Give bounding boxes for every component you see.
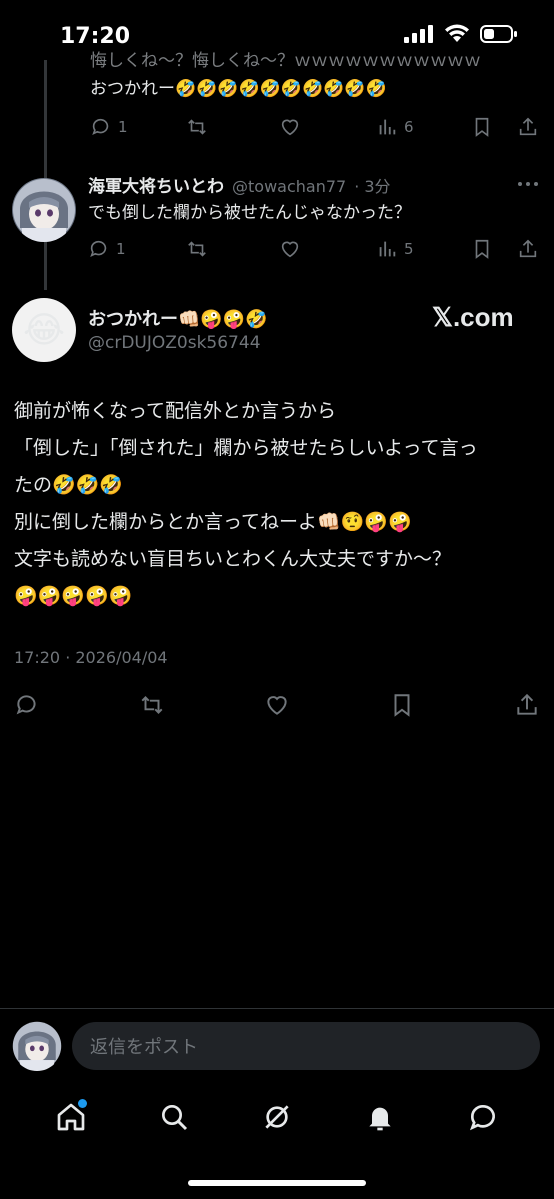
share-icon	[519, 239, 537, 258]
main-tweet-actions	[0, 690, 554, 722]
bottom-nav	[0, 1092, 554, 1142]
status-icons	[404, 24, 518, 44]
views-count: 5	[404, 240, 414, 258]
main-author-handle[interactable]: @crDUJOZ0sk56744	[88, 333, 261, 353]
share-button[interactable]	[516, 116, 540, 138]
share-button[interactable]	[513, 692, 541, 722]
nav-notifications[interactable]	[362, 1099, 398, 1135]
reply-author-row: 海軍大将ちいとわ @towachan77 · 3分	[88, 172, 391, 198]
bookmark-button[interactable]	[389, 692, 415, 722]
battery-icon	[480, 25, 517, 43]
avatar-emoji: 😂	[22, 309, 66, 351]
main-author-name[interactable]: おつかれー👊🏻🤪🤪🤣	[88, 305, 268, 331]
reply-button[interactable]	[14, 692, 40, 722]
prev-tweet-text: おつかれー🤣🤣🤣🤣🤣🤣🤣🤣🤣🤣	[90, 79, 387, 99]
views-icon	[379, 119, 396, 135]
anime-avatar-icon	[13, 179, 75, 242]
repost-icon	[141, 696, 163, 714]
share-icon	[519, 117, 537, 136]
watermark: 𝕏.com	[432, 302, 514, 332]
tweet-line: 「倒した」「倒された」欄から被せたらしいよって言っ	[14, 437, 478, 459]
main-tweet-body: 御前が怖くなって配信外とか言うから 「倒した」「倒された」欄から被せたらしいよっ…	[14, 393, 544, 615]
main-author-avatar[interactable]: 😂	[12, 298, 76, 362]
wifi-icon	[445, 24, 469, 42]
prev-tweet-partial-text: 悔しくね〜？悔しくね〜？ｗｗｗｗｗｗｗｗｗｗｗ	[90, 51, 481, 71]
reply-count: 1	[118, 118, 128, 136]
like-button[interactable]	[263, 692, 291, 722]
repost-button[interactable]	[138, 692, 166, 722]
reply-author-avatar[interactable]	[12, 178, 76, 242]
heart-icon	[281, 241, 299, 258]
reply-icon	[92, 118, 109, 135]
reply-button[interactable]: 1	[88, 238, 126, 260]
bookmark-icon	[394, 694, 410, 717]
tweet-line: 御前が怖くなって配信外とか言うから	[14, 400, 337, 422]
tweet-line: たの🤣🤣🤣	[14, 474, 123, 496]
reply-placeholder: 返信をポスト	[90, 1037, 198, 1058]
tweet-timestamp[interactable]: 17:20 · 2026/04/04	[14, 648, 168, 667]
views-icon	[379, 241, 396, 257]
reply-count: 1	[116, 240, 126, 258]
composer-avatar[interactable]	[12, 1021, 62, 1071]
like-button[interactable]	[278, 116, 302, 138]
reply-author-name[interactable]: 海軍大将ちいとわ	[88, 172, 224, 197]
bookmark-button[interactable]	[471, 238, 493, 260]
home-indicator	[188, 1180, 366, 1186]
reply-tweet-actions: 1 5	[88, 234, 540, 264]
tweet-line: 文字も読めない盲目ちいとわくん大丈夫ですか〜？	[14, 548, 452, 570]
anime-avatar-icon	[12, 1021, 62, 1071]
bookmark-button[interactable]	[471, 116, 493, 138]
like-button[interactable]	[278, 238, 302, 260]
more-icon	[518, 182, 538, 186]
bookmark-icon	[475, 239, 489, 259]
signal-icon	[404, 25, 433, 43]
reply-time: · 3分	[354, 177, 391, 196]
grok-icon	[265, 1105, 289, 1129]
nav-grok[interactable]	[259, 1099, 295, 1135]
share-icon	[517, 693, 537, 715]
search-icon	[162, 1105, 188, 1131]
nav-messages[interactable]	[465, 1099, 501, 1135]
repost-icon	[188, 119, 206, 135]
repost-icon	[188, 241, 206, 257]
heart-icon	[281, 119, 299, 136]
bookmark-icon	[475, 117, 489, 137]
reply-tweet-text: でも倒した欄から被せたんじゃなかった？	[88, 203, 411, 223]
views-button[interactable]: 5	[376, 238, 414, 260]
reply-author-handle[interactable]: @towachan77	[232, 177, 346, 196]
reply-icon	[90, 240, 107, 257]
reply-icon	[16, 695, 36, 715]
prev-tweet-actions: 1 6	[90, 112, 540, 142]
nav-home[interactable]	[53, 1099, 89, 1135]
tweet-line: 別に倒した欄からとか言ってねーよ👊🏻🤨🤪🤪	[14, 511, 412, 533]
tweet-line: 🤪🤪🤪🤪🤪	[14, 585, 133, 607]
reply-input[interactable]: 返信をポスト	[72, 1022, 540, 1070]
repost-button[interactable]	[185, 238, 209, 260]
repost-button[interactable]	[185, 116, 209, 138]
status-time: 17:20	[60, 24, 131, 49]
messages-icon	[469, 1105, 495, 1131]
share-button[interactable]	[516, 238, 540, 260]
views-button[interactable]: 6	[376, 116, 414, 138]
heart-icon	[267, 696, 287, 715]
views-count: 6	[404, 118, 414, 136]
notifications-icon	[369, 1107, 391, 1131]
composer-divider	[0, 1008, 554, 1009]
nav-search[interactable]	[156, 1099, 192, 1135]
reply-button[interactable]: 1	[90, 116, 128, 138]
thread-line	[44, 60, 47, 290]
more-options-button[interactable]	[516, 176, 540, 192]
